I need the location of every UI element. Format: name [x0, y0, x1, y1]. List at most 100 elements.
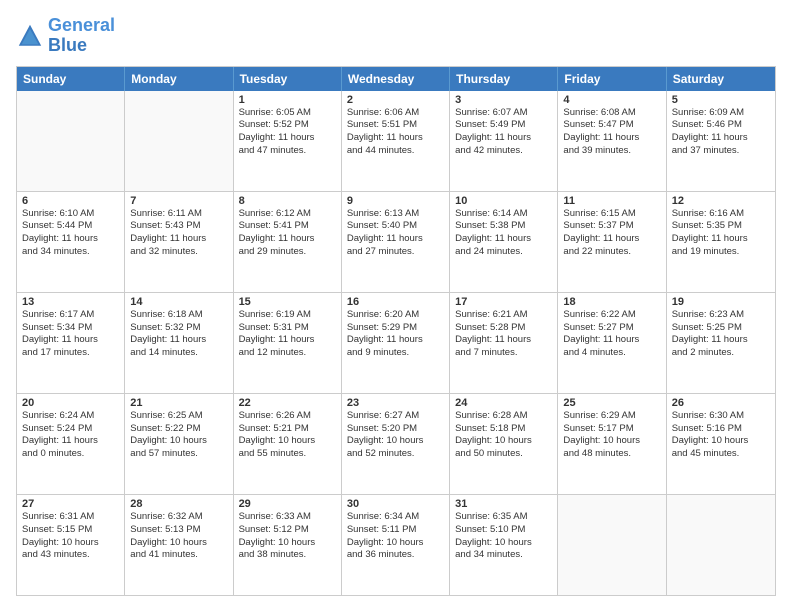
cell-line: Sunrise: 6:08 AM	[563, 107, 660, 120]
cell-line: Sunrise: 6:05 AM	[239, 107, 336, 120]
cell-line: and 50 minutes.	[455, 448, 552, 461]
cell-line: Daylight: 10 hours	[455, 435, 552, 448]
week-row-2: 13Sunrise: 6:17 AMSunset: 5:34 PMDayligh…	[17, 292, 775, 393]
cal-cell: 7Sunrise: 6:11 AMSunset: 5:43 PMDaylight…	[125, 192, 233, 292]
cell-line: Sunrise: 6:22 AM	[563, 309, 660, 322]
cell-line: and 52 minutes.	[347, 448, 444, 461]
cell-line: Sunrise: 6:35 AM	[455, 511, 552, 524]
cell-line: Sunset: 5:20 PM	[347, 423, 444, 436]
cell-line: Sunset: 5:18 PM	[455, 423, 552, 436]
cell-line: and 4 minutes.	[563, 347, 660, 360]
cell-line: Sunrise: 6:17 AM	[22, 309, 119, 322]
day-number: 8	[239, 195, 336, 207]
calendar-header: SundayMondayTuesdayWednesdayThursdayFrid…	[17, 67, 775, 91]
cell-line: Daylight: 10 hours	[563, 435, 660, 448]
day-number: 19	[672, 296, 770, 308]
cal-cell: 16Sunrise: 6:20 AMSunset: 5:29 PMDayligh…	[342, 293, 450, 393]
cell-line: Sunrise: 6:12 AM	[239, 208, 336, 221]
cell-line: and 22 minutes.	[563, 246, 660, 259]
day-number: 4	[563, 94, 660, 106]
cell-line: Sunset: 5:11 PM	[347, 524, 444, 537]
cell-line: Sunrise: 6:23 AM	[672, 309, 770, 322]
week-row-3: 20Sunrise: 6:24 AMSunset: 5:24 PMDayligh…	[17, 393, 775, 494]
cell-line: and 39 minutes.	[563, 145, 660, 158]
cell-line: Sunrise: 6:30 AM	[672, 410, 770, 423]
cell-line: Sunrise: 6:19 AM	[239, 309, 336, 322]
cal-cell: 23Sunrise: 6:27 AMSunset: 5:20 PMDayligh…	[342, 394, 450, 494]
cell-line: Daylight: 10 hours	[130, 537, 227, 550]
cell-line: Sunset: 5:35 PM	[672, 220, 770, 233]
header-day-sunday: Sunday	[17, 67, 125, 91]
day-number: 18	[563, 296, 660, 308]
cell-line: Daylight: 11 hours	[455, 132, 552, 145]
cell-line: Daylight: 11 hours	[455, 233, 552, 246]
cell-line: Sunset: 5:27 PM	[563, 322, 660, 335]
cell-line: and 37 minutes.	[672, 145, 770, 158]
cell-line: and 9 minutes.	[347, 347, 444, 360]
cell-line: Daylight: 10 hours	[347, 537, 444, 550]
cell-line: Sunset: 5:24 PM	[22, 423, 119, 436]
cal-cell: 19Sunrise: 6:23 AMSunset: 5:25 PMDayligh…	[667, 293, 775, 393]
cell-line: Daylight: 11 hours	[22, 233, 119, 246]
cell-line: and 55 minutes.	[239, 448, 336, 461]
cell-line: and 34 minutes.	[22, 246, 119, 259]
cell-line: and 29 minutes.	[239, 246, 336, 259]
cal-cell: 17Sunrise: 6:21 AMSunset: 5:28 PMDayligh…	[450, 293, 558, 393]
cell-line: and 57 minutes.	[130, 448, 227, 461]
cell-line: Sunset: 5:21 PM	[239, 423, 336, 436]
day-number: 17	[455, 296, 552, 308]
cell-line: Daylight: 11 hours	[672, 334, 770, 347]
day-number: 7	[130, 195, 227, 207]
header-day-friday: Friday	[558, 67, 666, 91]
cell-line: Daylight: 10 hours	[455, 537, 552, 550]
cell-line: Daylight: 11 hours	[672, 233, 770, 246]
cell-line: Sunset: 5:34 PM	[22, 322, 119, 335]
cal-cell: 20Sunrise: 6:24 AMSunset: 5:24 PMDayligh…	[17, 394, 125, 494]
cell-line: Sunset: 5:17 PM	[563, 423, 660, 436]
cal-cell: 2Sunrise: 6:06 AMSunset: 5:51 PMDaylight…	[342, 91, 450, 191]
cell-line: Sunrise: 6:16 AM	[672, 208, 770, 221]
cell-line: Sunset: 5:15 PM	[22, 524, 119, 537]
cell-line: Daylight: 10 hours	[22, 537, 119, 550]
day-number: 16	[347, 296, 444, 308]
cell-line: and 43 minutes.	[22, 549, 119, 562]
cal-cell: 10Sunrise: 6:14 AMSunset: 5:38 PMDayligh…	[450, 192, 558, 292]
cell-line: Daylight: 11 hours	[672, 132, 770, 145]
cell-line: and 41 minutes.	[130, 549, 227, 562]
day-number: 24	[455, 397, 552, 409]
cal-cell: 27Sunrise: 6:31 AMSunset: 5:15 PMDayligh…	[17, 495, 125, 595]
cell-line: Sunrise: 6:13 AM	[347, 208, 444, 221]
week-row-1: 6Sunrise: 6:10 AMSunset: 5:44 PMDaylight…	[17, 191, 775, 292]
cal-cell: 29Sunrise: 6:33 AMSunset: 5:12 PMDayligh…	[234, 495, 342, 595]
cell-line: Sunrise: 6:07 AM	[455, 107, 552, 120]
cell-line: Daylight: 10 hours	[347, 435, 444, 448]
cell-line: and 19 minutes.	[672, 246, 770, 259]
day-number: 27	[22, 498, 119, 510]
day-number: 6	[22, 195, 119, 207]
header-day-thursday: Thursday	[450, 67, 558, 91]
day-number: 20	[22, 397, 119, 409]
day-number: 15	[239, 296, 336, 308]
cal-cell: 1Sunrise: 6:05 AMSunset: 5:52 PMDaylight…	[234, 91, 342, 191]
day-number: 1	[239, 94, 336, 106]
cell-line: Sunset: 5:44 PM	[22, 220, 119, 233]
cell-line: Daylight: 10 hours	[130, 435, 227, 448]
cell-line: Sunrise: 6:31 AM	[22, 511, 119, 524]
page: General Blue SundayMondayTuesdayWednesda…	[0, 0, 792, 612]
cell-line: Sunset: 5:32 PM	[130, 322, 227, 335]
week-row-4: 27Sunrise: 6:31 AMSunset: 5:15 PMDayligh…	[17, 494, 775, 595]
cal-cell: 15Sunrise: 6:19 AMSunset: 5:31 PMDayligh…	[234, 293, 342, 393]
cell-line: Sunset: 5:12 PM	[239, 524, 336, 537]
cell-line: Daylight: 11 hours	[563, 132, 660, 145]
cal-cell	[667, 495, 775, 595]
cell-line: Daylight: 11 hours	[563, 233, 660, 246]
cal-cell: 30Sunrise: 6:34 AMSunset: 5:11 PMDayligh…	[342, 495, 450, 595]
header-day-monday: Monday	[125, 67, 233, 91]
cal-cell: 9Sunrise: 6:13 AMSunset: 5:40 PMDaylight…	[342, 192, 450, 292]
cell-line: Daylight: 11 hours	[22, 435, 119, 448]
day-number: 25	[563, 397, 660, 409]
cal-cell: 22Sunrise: 6:26 AMSunset: 5:21 PMDayligh…	[234, 394, 342, 494]
cell-line: Sunset: 5:22 PM	[130, 423, 227, 436]
cell-line: and 48 minutes.	[563, 448, 660, 461]
cell-line: Daylight: 11 hours	[239, 334, 336, 347]
